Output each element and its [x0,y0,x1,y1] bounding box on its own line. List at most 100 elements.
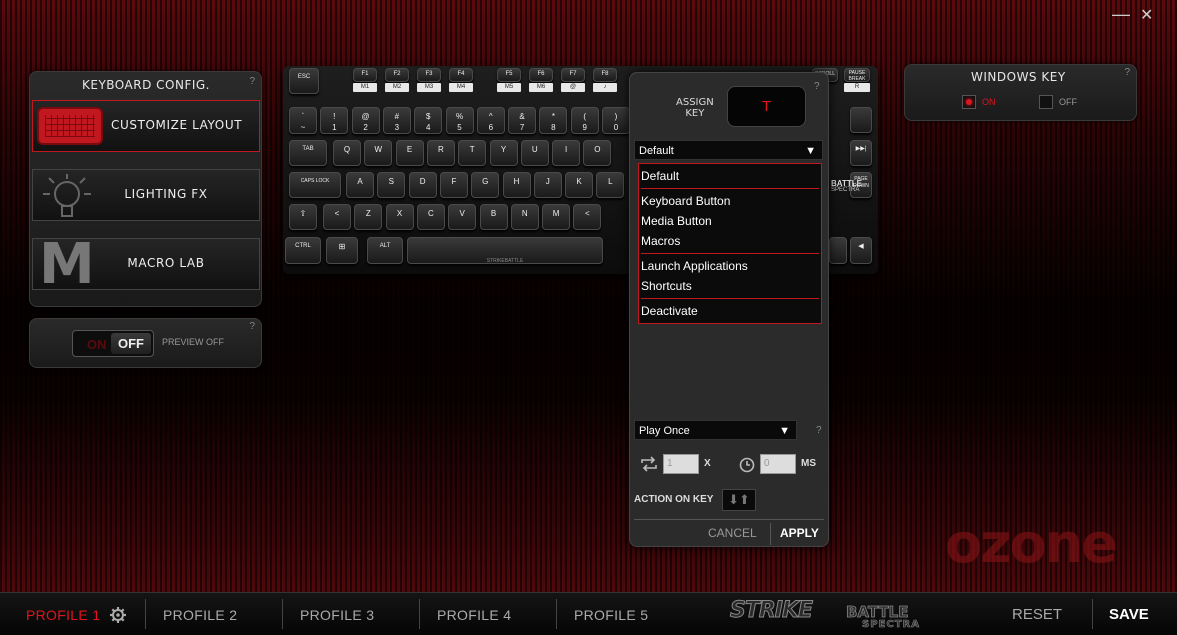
profile-5-tab[interactable]: PROFILE 5 [574,607,648,623]
assign-type-select[interactable]: Default ▼ [634,140,823,160]
delay-ms-input[interactable]: 0 [760,454,796,474]
windows-key-panel: WINDOWS KEY ? ON OFF [904,64,1137,121]
key-f8[interactable]: F8 [593,68,617,82]
option-launch-applications[interactable]: Launch Applications [639,256,821,276]
action-on-key-toggle[interactable]: ⬇⬆ [722,489,756,511]
preview-toggle[interactable]: ON OFF [72,330,154,357]
key-f4[interactable]: F4 [449,68,473,82]
option-default[interactable]: Default [639,166,821,186]
key-b[interactable]: B [479,204,508,230]
key-q[interactable]: Q [333,140,361,166]
option-deactivate[interactable]: Deactivate [639,301,821,321]
profile-1-tab[interactable]: PROFILE 1 [26,607,100,623]
key-5[interactable]: % 5 [445,107,474,134]
close-button[interactable]: ✕ [1140,6,1153,26]
key-a[interactable]: A [346,172,374,198]
key-k[interactable]: K [565,172,594,198]
key-m[interactable]: M [542,204,571,230]
key-l[interactable]: L [596,172,625,198]
windows-key-off-radio[interactable] [1039,95,1053,109]
key-g[interactable]: G [471,172,500,198]
key-ctrl[interactable]: CTRL [285,237,321,264]
help-icon[interactable]: ? [249,76,255,87]
key-d[interactable]: D [408,172,437,198]
help-icon[interactable]: ? [814,81,820,92]
key-7[interactable]: & 7 [508,107,537,134]
save-button[interactable]: SAVE [1109,606,1149,623]
key-symbol[interactable]: < [323,204,351,230]
key-nav-blank[interactable] [850,107,872,133]
key-3[interactable]: #3 [382,107,411,134]
option-media-button[interactable]: Media Button [639,211,821,231]
key-r[interactable]: R [426,140,455,166]
option-macros[interactable]: Macros [639,231,821,251]
key-y[interactable]: Y [489,140,518,166]
apply-button[interactable]: APPLY [780,526,819,540]
help-icon[interactable]: ? [249,321,255,332]
gear-icon[interactable] [109,606,127,624]
play-mode-select[interactable]: Play Once ▼ [634,420,797,440]
key-space[interactable]: STRIKEBATTLE [407,237,603,264]
key-tab[interactable]: TAB [289,140,327,166]
key-windows[interactable]: ⊞ [326,237,358,264]
windows-key-on-radio[interactable] [962,95,976,109]
key-4[interactable]: $4 [414,107,443,134]
profile-2-tab[interactable]: PROFILE 2 [163,607,237,623]
key-u[interactable]: U [520,140,549,166]
key-f[interactable]: F [439,172,468,198]
profile-4-tab[interactable]: PROFILE 4 [437,607,511,623]
macro-lab-button[interactable]: M MACRO LAB [32,237,260,293]
key-media-next[interactable]: ▶▶| [850,140,872,166]
key-6[interactable]: ^ 6 [476,107,505,134]
key-symbol[interactable]: < [573,204,602,230]
key-x[interactable]: X [385,204,414,230]
key-caps-lock[interactable]: CAPS LOCK [289,172,341,198]
key-esc[interactable]: ESC [289,68,319,94]
lighting-fx-button[interactable]: LIGHTING FX [32,169,260,221]
divider [1092,599,1093,629]
assign-type-options: Default Keyboard Button Media Button Mac… [638,163,822,324]
key-arrow-down[interactable] [829,237,847,264]
key-f2[interactable]: F2 [385,68,409,82]
key-left-shift[interactable]: ⇧ [289,204,317,230]
assigned-key-display[interactable]: T [727,86,806,127]
key-2[interactable]: @2 [351,107,380,134]
key-f3[interactable]: F3 [417,68,441,82]
brand-strike: STRIKE [729,598,813,624]
key-z[interactable]: Z [354,204,383,230]
key-f5[interactable]: F5 [497,68,521,82]
key-alt[interactable]: ALT [367,237,403,264]
key-0[interactable]: ) 0 [602,107,630,134]
key-f6[interactable]: F6 [529,68,553,82]
key-i[interactable]: I [552,140,581,166]
option-keyboard-button[interactable]: Keyboard Button [639,191,821,211]
cancel-button[interactable]: CANCEL [708,526,757,540]
key-f7[interactable]: F7 [561,68,585,82]
key-arrow-right[interactable]: ◀ [850,237,872,264]
chevron-down-icon: ▼ [779,425,790,437]
option-shortcuts[interactable]: Shortcuts [639,276,821,296]
help-icon[interactable]: ? [1124,67,1130,78]
key-w[interactable]: W [364,140,393,166]
key-v[interactable]: V [448,204,477,230]
minimize-button[interactable]: — [1112,4,1130,24]
help-icon[interactable]: ? [816,425,822,436]
key-e[interactable]: E [395,140,424,166]
key-symbol[interactable]: ` ~ [289,107,317,134]
key-s[interactable]: S [377,172,406,198]
key-8[interactable]: * 8 [539,107,568,134]
key-h[interactable]: H [502,172,531,198]
key-o[interactable]: O [583,140,612,166]
key-f1[interactable]: F1 [353,68,377,82]
key-1[interactable]: ! 1 [320,107,349,134]
key-c[interactable]: C [416,204,445,230]
key-pause-break[interactable]: PAUSE BREAK [844,68,870,82]
key-j[interactable]: J [533,172,562,198]
repeat-count-input[interactable]: 1 [663,454,699,474]
profile-3-tab[interactable]: PROFILE 3 [300,607,374,623]
key-n[interactable]: N [510,204,539,230]
key-9[interactable]: (9 [570,107,599,134]
customize-layout-button[interactable]: CUSTOMIZE LAYOUT [32,100,260,152]
key-t[interactable]: T [458,140,487,166]
reset-button[interactable]: RESET [1012,606,1062,623]
